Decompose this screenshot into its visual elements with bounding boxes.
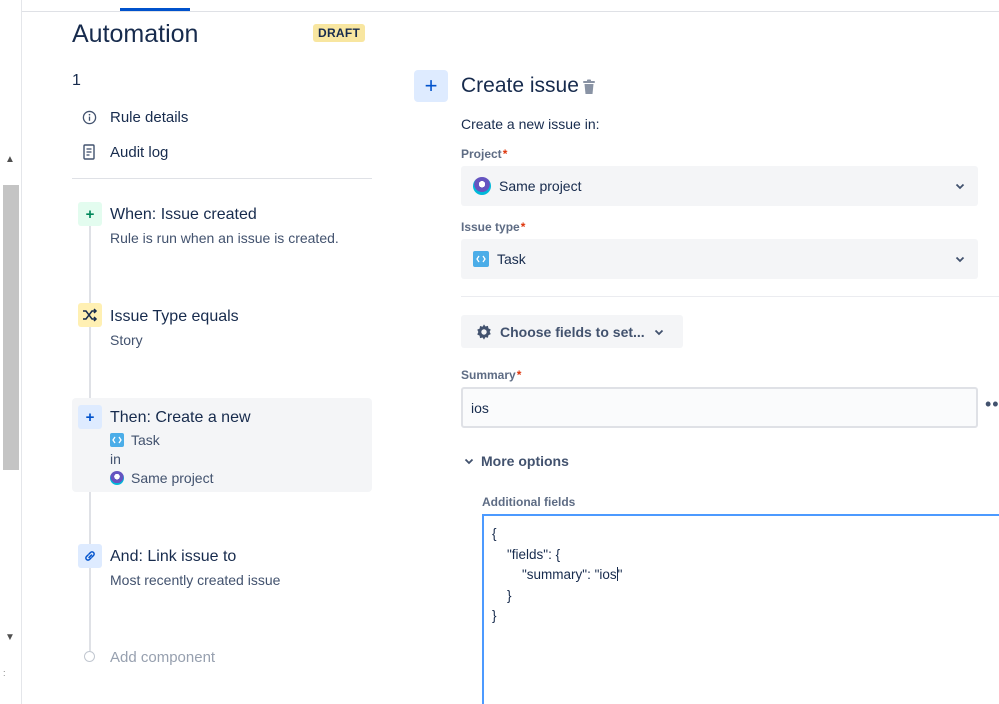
summary-input[interactable] bbox=[461, 387, 978, 428]
action-plus-icon: + bbox=[414, 70, 448, 102]
step-title: Then: Create a new bbox=[110, 409, 251, 426]
scroll-up-arrow-icon[interactable]: ▲ bbox=[5, 154, 15, 166]
step-issue-type-label: Task bbox=[131, 432, 160, 448]
json-caret-suffix: " bbox=[617, 567, 623, 582]
scroll-down-arrow-icon[interactable]: ▼ bbox=[5, 632, 15, 644]
json-line: { bbox=[492, 526, 497, 541]
condition-step[interactable]: Issue Type equals Story bbox=[72, 302, 372, 352]
step-in-text: in bbox=[110, 451, 121, 467]
issue-type-select[interactable]: Task bbox=[461, 239, 978, 279]
task-icon bbox=[473, 251, 489, 267]
json-line: "fields": { bbox=[492, 546, 561, 562]
required-mark: * bbox=[520, 220, 526, 234]
create-description: Create a new issue in: bbox=[461, 116, 600, 132]
project-select[interactable]: Same project bbox=[461, 166, 978, 206]
scrollbar-thumb[interactable] bbox=[3, 185, 19, 470]
json-line: "summary": "ios bbox=[492, 567, 617, 582]
more-options-toggle[interactable]: More options bbox=[463, 453, 569, 469]
more-options-label: More options bbox=[481, 453, 569, 469]
rule-number: 1 bbox=[72, 72, 81, 89]
gear-icon bbox=[477, 323, 491, 340]
draft-badge: DRAFT bbox=[313, 24, 366, 42]
step-project: Same project bbox=[110, 470, 213, 486]
add-component-button[interactable]: Add component bbox=[110, 649, 215, 666]
issue-type-label-text: Issue type bbox=[461, 220, 520, 234]
scroll-tick-icon: : bbox=[3, 668, 6, 678]
additional-fields-editor[interactable]: { "fields": { "summary": "ios" } } bbox=[482, 514, 999, 704]
summary-label: Summary* bbox=[461, 368, 521, 382]
document-icon bbox=[80, 143, 98, 161]
choose-fields-button[interactable]: Choose fields to set... bbox=[461, 315, 683, 348]
action-step-create[interactable]: + Then: Create a new Task in Same projec… bbox=[72, 398, 372, 492]
json-line-with-caret: "summary": "ios" bbox=[492, 565, 999, 586]
menu-divider bbox=[72, 178, 372, 179]
project-avatar-icon bbox=[473, 177, 491, 195]
more-actions-icon[interactable]: •• bbox=[985, 394, 999, 415]
issue-type-label: Issue type* bbox=[461, 220, 525, 234]
audit-log-label: Audit log bbox=[110, 143, 169, 161]
json-line: } bbox=[492, 587, 512, 603]
section-divider bbox=[461, 296, 999, 297]
top-border bbox=[0, 11, 999, 12]
additional-fields-label: Additional fields bbox=[482, 495, 576, 509]
required-mark: * bbox=[516, 368, 522, 382]
rule-details-link[interactable]: Rule details bbox=[80, 106, 188, 128]
step-issue-type: Task bbox=[110, 432, 160, 448]
step-title: Issue Type equals bbox=[110, 308, 239, 325]
project-avatar-icon bbox=[110, 471, 124, 485]
step-title: When: Issue created bbox=[110, 206, 257, 223]
trash-icon[interactable] bbox=[582, 79, 596, 95]
step-subtitle: Rule is run when an issue is created. bbox=[110, 230, 339, 246]
audit-log-link[interactable]: Audit log bbox=[80, 141, 168, 163]
summary-label-text: Summary bbox=[461, 368, 516, 382]
rule-details-label: Rule details bbox=[110, 108, 189, 126]
step-subtitle: Story bbox=[110, 332, 143, 348]
shuffle-icon bbox=[78, 303, 102, 327]
required-mark: * bbox=[502, 147, 508, 161]
step-project-label: Same project bbox=[131, 470, 214, 486]
plus-icon: + bbox=[78, 202, 102, 226]
chevron-down-icon bbox=[654, 329, 663, 335]
chevron-down-icon bbox=[955, 256, 965, 263]
step-title: And: Link issue to bbox=[110, 548, 237, 565]
step-subtitle: Most recently created issue bbox=[110, 572, 281, 588]
json-line: } bbox=[492, 608, 497, 623]
project-select-value: Same project bbox=[499, 178, 582, 194]
plus-icon: + bbox=[78, 405, 102, 429]
action-title: Create issue bbox=[461, 74, 579, 97]
link-icon bbox=[78, 544, 102, 568]
project-label: Project* bbox=[461, 147, 507, 161]
chevron-down-icon bbox=[955, 183, 965, 190]
page-title: Automation bbox=[72, 20, 199, 48]
trigger-step[interactable]: + When: Issue created Rule is run when a… bbox=[72, 200, 372, 250]
choose-fields-label: Choose fields to set... bbox=[500, 323, 645, 340]
info-icon bbox=[80, 108, 98, 126]
issue-type-select-value: Task bbox=[497, 251, 526, 267]
action-step-link[interactable]: And: Link issue to Most recently created… bbox=[72, 542, 372, 592]
chevron-down-icon bbox=[464, 458, 474, 465]
add-component-circle-icon bbox=[84, 651, 95, 662]
active-tab-indicator bbox=[120, 8, 190, 11]
task-icon bbox=[110, 433, 124, 447]
project-label-text: Project bbox=[461, 147, 502, 161]
